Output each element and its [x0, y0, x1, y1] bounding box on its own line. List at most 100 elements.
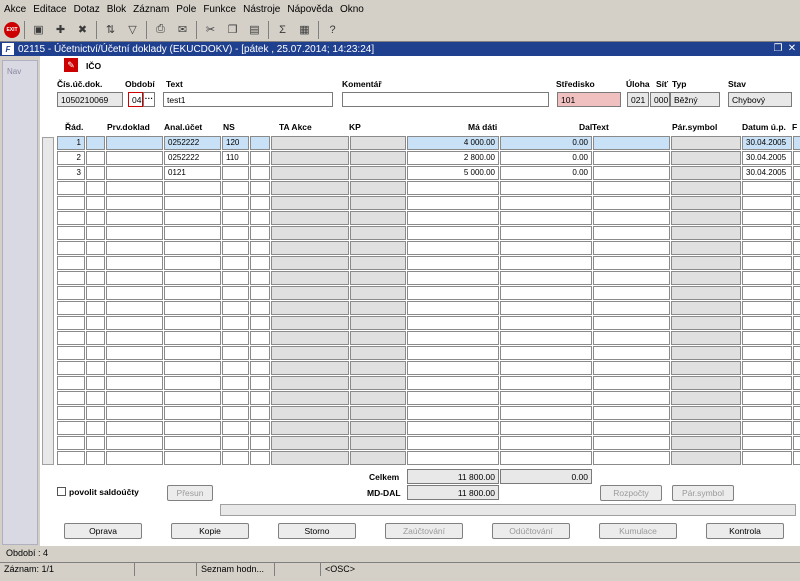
- grid-cell-extra[interactable]: [793, 151, 800, 165]
- grid-cell-ma[interactable]: [407, 331, 499, 345]
- menu-blok[interactable]: Blok: [107, 4, 126, 15]
- grid-cell-anal[interactable]: [164, 286, 221, 300]
- grid-cell-dal[interactable]: [500, 211, 592, 225]
- grid-cell-text[interactable]: [593, 361, 670, 375]
- grid-cell-par[interactable]: [671, 361, 741, 375]
- grid-cell-text[interactable]: [593, 406, 670, 420]
- grid-cell-blank2[interactable]: [250, 226, 270, 240]
- grid-cell-ns[interactable]: [222, 376, 249, 390]
- grid-cell-anal[interactable]: [164, 421, 221, 435]
- grid-cell-ns[interactable]: [222, 451, 249, 465]
- grid-cell-prv[interactable]: [106, 391, 163, 405]
- grid-cell-kp[interactable]: [350, 241, 406, 255]
- grid-cell-kp[interactable]: [350, 421, 406, 435]
- grid-cell-kp[interactable]: [350, 151, 406, 165]
- grid-cell-prv[interactable]: [106, 301, 163, 315]
- grid-cell-datum[interactable]: [742, 301, 792, 315]
- grid-cell-ta[interactable]: [271, 196, 349, 210]
- grid-cell-par[interactable]: [671, 181, 741, 195]
- grid-cell-extra[interactable]: [793, 301, 800, 315]
- grid-cell-extra[interactable]: [793, 376, 800, 390]
- grid-cell-extra[interactable]: [793, 226, 800, 240]
- grid-cell-ta[interactable]: [271, 271, 349, 285]
- grid-cell-anal[interactable]: [164, 376, 221, 390]
- grid-cell-anal[interactable]: [164, 256, 221, 270]
- grid-cell-prv[interactable]: [106, 256, 163, 270]
- grid-cell-kp[interactable]: [350, 331, 406, 345]
- grid-cell-prv[interactable]: [106, 166, 163, 180]
- uloha-field[interactable]: 021: [627, 92, 649, 107]
- grid-cell-extra[interactable]: [793, 166, 800, 180]
- grid-cell-rad[interactable]: [57, 391, 85, 405]
- grid-cell-blank1[interactable]: [86, 136, 105, 150]
- grid-cell-dal[interactable]: [500, 391, 592, 405]
- grid-cell-dal[interactable]: [500, 361, 592, 375]
- menu-editace[interactable]: Editace: [33, 4, 66, 15]
- grid-cell-blank1[interactable]: [86, 331, 105, 345]
- grid-cell-blank2[interactable]: [250, 316, 270, 330]
- grid-cell-par[interactable]: [671, 406, 741, 420]
- grid-cell-anal[interactable]: [164, 436, 221, 450]
- grid-cell-par[interactable]: [671, 316, 741, 330]
- grid-cell-par[interactable]: [671, 136, 741, 150]
- grid-cell-kp[interactable]: [350, 361, 406, 375]
- grid-cell-text[interactable]: [593, 421, 670, 435]
- grid-cell-blank1[interactable]: [86, 166, 105, 180]
- grid-cell-par[interactable]: [671, 151, 741, 165]
- grid-cell-ns[interactable]: [222, 181, 249, 195]
- grid-cell-blank2[interactable]: [250, 241, 270, 255]
- grid-cell-anal[interactable]: [164, 316, 221, 330]
- grid-cell-datum[interactable]: [742, 241, 792, 255]
- grid-cell-ma[interactable]: [407, 436, 499, 450]
- grid-cell-ns[interactable]: [222, 196, 249, 210]
- cis-field[interactable]: 1050210069: [57, 92, 123, 107]
- restore-icon[interactable]: ❐: [772, 43, 784, 55]
- grid-cell-ma[interactable]: [407, 406, 499, 420]
- grid-cell-blank2[interactable]: [250, 376, 270, 390]
- grid-cell-ma[interactable]: [407, 286, 499, 300]
- grid-cell-anal[interactable]: [164, 391, 221, 405]
- grid-cell-ma[interactable]: [407, 316, 499, 330]
- grid-cell-blank2[interactable]: [250, 166, 270, 180]
- grid-cell-kp[interactable]: [350, 256, 406, 270]
- grid-cell-blank1[interactable]: [86, 181, 105, 195]
- save-icon[interactable]: ▣: [29, 21, 48, 39]
- grid-cell-ns[interactable]: 120: [222, 136, 249, 150]
- grid-cell-text[interactable]: [593, 346, 670, 360]
- grid-cell-extra[interactable]: [793, 361, 800, 375]
- grid-cell-blank2[interactable]: [250, 271, 270, 285]
- grid-cell-text[interactable]: [593, 226, 670, 240]
- grid-cell-par[interactable]: [671, 391, 741, 405]
- sort-icon[interactable]: ⇅: [101, 21, 120, 39]
- grid-cell-ns[interactable]: 110: [222, 151, 249, 165]
- grid-cell-blank2[interactable]: [250, 181, 270, 195]
- grid-cell-ns[interactable]: [222, 286, 249, 300]
- grid-cell-text[interactable]: [593, 136, 670, 150]
- grid-cell-ma[interactable]: [407, 256, 499, 270]
- menu-pole[interactable]: Pole: [176, 4, 196, 15]
- grid-cell-ta[interactable]: [271, 376, 349, 390]
- grid-cell-blank2[interactable]: [250, 391, 270, 405]
- grid-cell-ns[interactable]: [222, 346, 249, 360]
- grid-cell-kp[interactable]: [350, 316, 406, 330]
- grid-cell-rad[interactable]: [57, 286, 85, 300]
- grid-cell-ma[interactable]: [407, 271, 499, 285]
- grid-vertical-scrollbar[interactable]: [42, 137, 54, 465]
- grid-cell-datum[interactable]: [742, 181, 792, 195]
- grid-cell-blank1[interactable]: [86, 436, 105, 450]
- rozpocty-button[interactable]: Rozpočty: [600, 485, 662, 501]
- grid-cell-blank2[interactable]: [250, 286, 270, 300]
- grid-cell-dal[interactable]: [500, 271, 592, 285]
- grid-cell-anal[interactable]: [164, 196, 221, 210]
- calc-icon[interactable]: ▦: [295, 21, 314, 39]
- grid-cell-dal[interactable]: [500, 256, 592, 270]
- grid-cell-text[interactable]: [593, 331, 670, 345]
- oprava-button[interactable]: Oprava: [64, 523, 142, 539]
- grid-cell-prv[interactable]: [106, 286, 163, 300]
- grid-cell-rad[interactable]: 2: [57, 151, 85, 165]
- grid-cell-ns[interactable]: [222, 406, 249, 420]
- grid-cell-text[interactable]: [593, 256, 670, 270]
- grid-cell-ns[interactable]: [222, 256, 249, 270]
- grid-cell-ma[interactable]: 5 000.00: [407, 166, 499, 180]
- sum-icon[interactable]: Σ: [273, 21, 292, 39]
